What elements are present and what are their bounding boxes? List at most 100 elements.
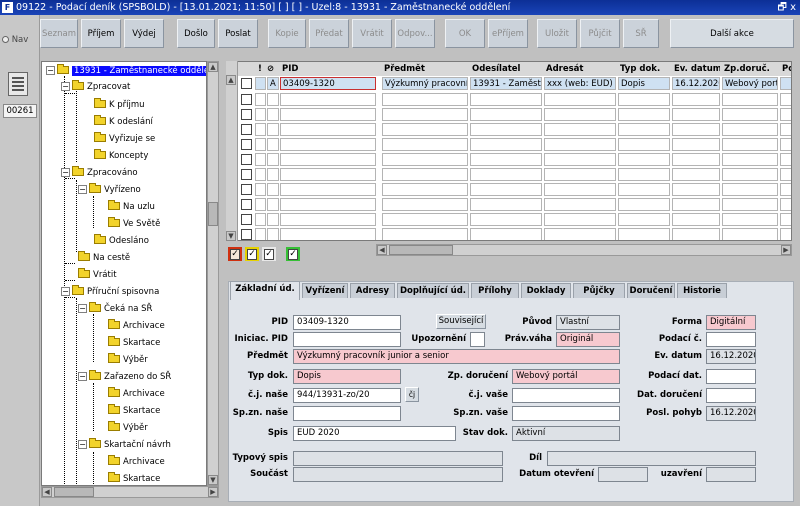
doslo-button[interactable]: Došlo <box>177 19 215 48</box>
table-cell[interactable] <box>267 138 279 151</box>
table-cell[interactable] <box>267 183 279 196</box>
nav-toggle[interactable]: Nav <box>2 35 28 45</box>
tab-vyrizeni[interactable]: Vyřízení <box>302 283 348 298</box>
table-cell[interactable] <box>280 213 376 226</box>
scroll-right-icon[interactable]: ▶ <box>208 487 218 497</box>
scroll-down-icon[interactable]: ▼ <box>208 475 218 485</box>
table-cell[interactable] <box>544 138 616 151</box>
table-cell[interactable] <box>280 168 376 181</box>
uzavreni-field[interactable] <box>706 467 756 482</box>
sr-button[interactable]: SŘ <box>623 19 659 48</box>
vratit-button[interactable]: Vrátit <box>352 19 392 48</box>
tree-node-na-uzlu[interactable]: Na uzlu <box>108 200 155 214</box>
row-checkbox[interactable] <box>241 94 252 105</box>
filter-yellow-checkbox[interactable]: ✓ <box>245 247 259 261</box>
table-cell[interactable] <box>255 108 266 121</box>
podaci-dat-field[interactable] <box>706 369 756 384</box>
dat-doruceni-field[interactable] <box>706 388 756 403</box>
filter-green-checkbox[interactable]: ✓ <box>286 247 300 261</box>
table-cell[interactable] <box>382 198 468 211</box>
row-checkbox[interactable] <box>241 154 252 165</box>
tree-node-skartace-2[interactable]: Skartace <box>108 404 160 418</box>
tab-doklady[interactable]: Doklady <box>521 283 571 298</box>
table-cell[interactable] <box>722 228 778 240</box>
table-cell[interactable] <box>255 198 266 211</box>
tab-adresy[interactable]: Adresy <box>350 283 395 298</box>
table-cell[interactable] <box>280 138 376 151</box>
scroll-up-icon[interactable]: ▲ <box>208 62 218 72</box>
row-checkbox[interactable] <box>241 169 252 180</box>
scroll-right-icon[interactable]: ▶ <box>781 245 791 255</box>
cell-ev-datum[interactable]: 16.12.2020 <box>672 77 720 90</box>
tree-node-vratit[interactable]: Vrátit <box>78 268 117 282</box>
tree-vertical-scrollbar[interactable]: ▲ ▼ <box>207 61 219 486</box>
table-cell[interactable] <box>382 123 468 136</box>
cell-typ-dok[interactable]: Dopis <box>618 77 670 90</box>
table-cell[interactable] <box>672 183 720 196</box>
cj-nase-field[interactable]: 944/13931-zo/20 <box>293 388 401 403</box>
prijem-button[interactable]: Příjem <box>81 19 121 48</box>
table-cell[interactable] <box>544 183 616 196</box>
table-cell[interactable] <box>470 213 542 226</box>
tree-node-ceka-na-sr[interactable]: − Čeká na SŘ <box>78 302 152 316</box>
col-header-odesilatel[interactable]: Odesílatel <box>470 62 542 76</box>
document-list-icon[interactable] <box>8 72 28 96</box>
table-cell[interactable] <box>618 198 670 211</box>
table-cell[interactable] <box>722 213 778 226</box>
table-cell[interactable] <box>470 93 542 106</box>
souvisejici-button[interactable]: Související <box>436 314 486 329</box>
tree-node-skartace-1[interactable]: Skartace <box>108 336 160 350</box>
table-cell[interactable] <box>780 198 791 211</box>
table-cell[interactable] <box>544 153 616 166</box>
tree-node-k-prijmu[interactable]: K příjmu <box>94 98 145 112</box>
table-cell[interactable] <box>255 153 266 166</box>
tree-node-archivace-1[interactable]: Archivace <box>108 319 165 333</box>
table-cell[interactable] <box>780 183 791 196</box>
cell-adresat[interactable]: xxx (web: EUD) <box>544 77 616 90</box>
table-cell[interactable] <box>780 138 791 151</box>
table-cell[interactable] <box>382 108 468 121</box>
table-cell[interactable] <box>255 168 266 181</box>
table-cell[interactable] <box>618 168 670 181</box>
scroll-thumb[interactable] <box>54 487 94 497</box>
cell-odesilatel[interactable]: 13931 - Zaměstna <box>470 77 542 90</box>
table-cell[interactable] <box>544 213 616 226</box>
col-header-zp-doruc[interactable]: Zp.doruč. <box>722 62 778 76</box>
scroll-left-icon[interactable]: ◀ <box>42 487 52 497</box>
table-cell[interactable] <box>544 228 616 240</box>
col-header-attachment[interactable]: ⊘ <box>265 62 277 76</box>
scroll-left-icon[interactable]: ◀ <box>377 245 387 255</box>
table-cell[interactable] <box>780 123 791 136</box>
table-cell[interactable] <box>470 153 542 166</box>
table-cell[interactable] <box>722 198 778 211</box>
restore-window-icon[interactable]: 🗗 x <box>778 0 797 15</box>
col-header-typ-dok[interactable]: Typ dok. <box>618 62 670 76</box>
tree-node-skartacni-navrh[interactable]: − Skartační návrh <box>78 438 171 452</box>
filter-white-checkbox[interactable]: ✓ <box>262 247 276 261</box>
tree-node-prirucni-spisovna[interactable]: − Příruční spisovna <box>61 285 159 299</box>
table-cell[interactable] <box>672 228 720 240</box>
table-cell[interactable] <box>267 123 279 136</box>
col-header-pid[interactable]: PID <box>280 62 380 76</box>
table-cell[interactable] <box>618 138 670 151</box>
table-cell[interactable] <box>267 168 279 181</box>
row-checkbox[interactable] <box>241 124 252 135</box>
tree-node-vyber-1[interactable]: Výběr <box>108 353 148 367</box>
table-cell[interactable] <box>267 93 279 106</box>
spzn-nase-field[interactable] <box>293 406 401 421</box>
table-cell[interactable] <box>280 123 376 136</box>
table-cell[interactable] <box>470 228 542 240</box>
table-cell[interactable] <box>618 153 670 166</box>
iniciac-pid-field[interactable] <box>293 332 401 347</box>
table-cell[interactable] <box>544 123 616 136</box>
cj-vase-field[interactable] <box>512 388 620 403</box>
table-cell[interactable] <box>672 93 720 106</box>
scroll-down-icon[interactable]: ▼ <box>226 231 236 241</box>
zp-doruceni-field[interactable]: Webový portál <box>512 369 620 384</box>
table-cell[interactable] <box>255 183 266 196</box>
table-cell[interactable] <box>280 228 376 240</box>
table-cell[interactable] <box>382 153 468 166</box>
table-cell[interactable] <box>280 183 376 196</box>
posl-pohyb-field[interactable]: 16.12.2020 <box>706 406 756 421</box>
typ-dok-field[interactable]: Dopis <box>293 369 401 384</box>
